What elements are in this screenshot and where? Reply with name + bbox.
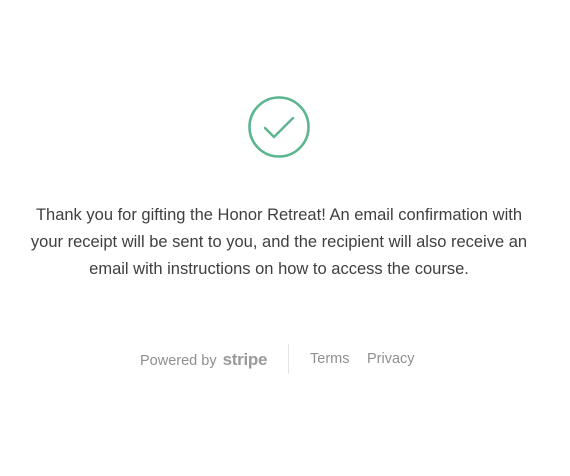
privacy-link[interactable]: Privacy — [367, 351, 415, 367]
stripe-logo: stripe — [222, 350, 268, 369]
terms-link[interactable]: Terms — [310, 351, 349, 367]
powered-by-label: Powered by — [140, 353, 217, 369]
confirmation-message: Thank you for gifting the Honor Retreat!… — [30, 206, 528, 278]
powered-by-stripe[interactable]: Powered by stripe — [140, 350, 267, 370]
footer: Powered by stripe Terms Privacy — [0, 344, 570, 374]
footer-divider — [288, 344, 289, 374]
checkmark-circle-icon — [248, 96, 310, 158]
